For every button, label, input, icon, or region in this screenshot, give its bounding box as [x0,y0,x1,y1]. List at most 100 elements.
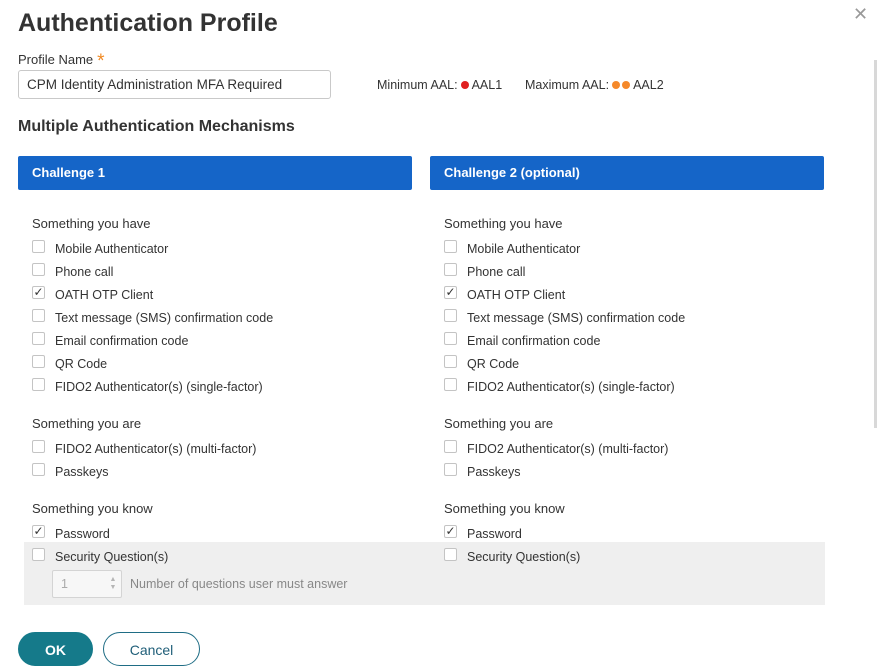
challenge-2-are-group: Something you are FIDO2 Authenticator(s)… [444,414,668,483]
option-row[interactable]: Mobile Authenticator [444,237,685,260]
chevron-down-icon[interactable]: ▼ [110,584,117,592]
checkbox[interactable] [444,309,457,322]
option-row[interactable]: ✓ OATH OTP Client [32,283,273,306]
checkbox[interactable] [444,378,457,391]
aal-orange-dot-icon [612,81,621,89]
challenge-2-header: Challenge 2 (optional) [430,156,824,190]
option-label: Security Question(s) [55,549,169,564]
close-icon[interactable]: ✕ [853,4,868,24]
checkbox[interactable] [444,240,457,253]
checkbox[interactable] [32,378,45,391]
group-title: Something you know [32,501,153,516]
option-row[interactable]: QR Code [32,352,273,375]
option-row[interactable]: Email confirmation code [444,329,685,352]
option-row[interactable]: FIDO2 Authenticator(s) (multi-factor) [32,437,256,460]
challenge-1-column: Challenge 1 Something you have Mobile Au… [18,156,412,564]
cancel-button[interactable]: Cancel [103,632,200,666]
option-label: OATH OTP Client [467,287,566,302]
minimum-aal-label: Minimum AAL: [377,78,458,92]
checkbox[interactable] [444,332,457,345]
option-label: OATH OTP Client [55,287,154,302]
checkbox[interactable] [32,355,45,368]
checkbox[interactable] [32,332,45,345]
option-list: FIDO2 Authenticator(s) (multi-factor) Pas… [32,437,256,483]
challenge-1-have-group: Something you have Mobile Authenticator P… [32,214,273,398]
profile-name-input[interactable] [18,70,331,99]
option-row[interactable]: FIDO2 Authenticator(s) (single-factor) [444,375,685,398]
option-row[interactable]: Passkeys [444,460,668,483]
option-row[interactable]: Passkeys [32,460,256,483]
required-asterisk: * [97,51,105,72]
option-row[interactable]: Phone call [444,260,685,283]
option-list: FIDO2 Authenticator(s) (multi-factor) Pas… [444,437,668,483]
minimum-aal-value: AAL1 [471,78,503,92]
option-list: ✓ Password Security Question(s) [444,522,580,568]
option-row[interactable]: Text message (SMS) confirmation code [444,306,685,329]
option-label: QR Code [467,356,520,371]
option-label: Password [55,526,110,541]
option-row[interactable]: ✓ Password [32,522,168,545]
option-row[interactable]: Security Question(s) [444,545,580,568]
checkbox[interactable] [444,440,457,453]
checkbox[interactable] [444,263,457,276]
profile-name-label: Profile Name * [18,48,105,72]
dialog-title: Authentication Profile [18,9,278,37]
ok-button[interactable]: OK [18,632,93,666]
stepper-arrows[interactable]: ▲ ▼ [105,576,121,592]
option-label: Passkeys [467,464,521,479]
option-list: Mobile Authenticator Phone call ✓ OATH OTP … [444,237,685,398]
checkbox-checked[interactable]: ✓ [444,525,457,538]
aal-red-dot-icon [460,81,469,89]
group-title: Something you have [444,216,563,231]
checkbox[interactable] [32,309,45,322]
option-row[interactable]: Email confirmation code [32,329,273,352]
option-label: Text message (SMS) confirmation code [55,310,274,325]
group-title: Something you know [444,501,565,516]
checkbox[interactable] [444,355,457,368]
checkbox-checked[interactable]: ✓ [32,286,45,299]
maximum-aal-label: Maximum AAL: [525,78,610,92]
option-row[interactable]: ✓ OATH OTP Client [444,283,685,306]
maximum-aal: Maximum AAL: AAL2 [525,78,664,92]
checkbox-checked[interactable]: ✓ [32,525,45,538]
question-count-stepper[interactable]: 1 ▲ ▼ [52,570,122,598]
maximum-aal-value: AAL2 [633,78,664,92]
option-label: Phone call [55,264,114,279]
challenge-1-know-group: Something you know ✓ Password Security Que… [32,499,168,568]
option-label: Passkeys [55,464,109,479]
option-row[interactable]: Mobile Authenticator [32,237,273,260]
option-label: Text message (SMS) confirmation code [467,310,686,325]
checkbox[interactable] [32,240,45,253]
option-row[interactable]: FIDO2 Authenticator(s) (multi-factor) [444,437,668,460]
checkbox[interactable] [32,548,45,561]
option-row[interactable]: QR Code [444,352,685,375]
checkbox[interactable] [32,440,45,453]
minimum-aal: Minimum AAL: AAL1 [377,78,502,92]
option-label: Phone call [467,264,526,279]
option-label: FIDO2 Authenticator(s) (single-factor) [467,379,675,394]
option-row[interactable]: Phone call [32,260,273,283]
option-row[interactable]: ✓ Password [444,522,580,545]
option-row[interactable]: FIDO2 Authenticator(s) (single-factor) [32,375,273,398]
option-row[interactable]: Text message (SMS) confirmation code [32,306,273,329]
option-label: QR Code [55,356,108,371]
option-label: FIDO2 Authenticator(s) (multi-factor) [55,441,257,456]
group-title: Something you are [32,416,142,431]
group-title: Something you are [444,416,554,431]
checkmark-icon: ✓ [445,285,456,299]
option-label: Mobile Authenticator [467,241,581,256]
chevron-up-icon[interactable]: ▲ [110,576,117,584]
option-label: Password [467,526,522,541]
checkbox-checked[interactable]: ✓ [444,286,457,299]
option-row[interactable]: Security Question(s) [32,545,168,568]
checkmark-icon: ✓ [33,524,44,538]
challenge-2-have-group: Something you have Mobile Authenticator P… [444,214,685,398]
checkbox[interactable] [32,263,45,276]
question-count-label: Number of questions user must answer [130,577,348,591]
checkmark-icon: ✓ [445,524,456,538]
checkbox[interactable] [444,548,457,561]
checkbox[interactable] [32,463,45,476]
checkbox[interactable] [444,463,457,476]
challenge-1-header: Challenge 1 [18,156,412,190]
option-list: ✓ Password Security Question(s) [32,522,168,568]
